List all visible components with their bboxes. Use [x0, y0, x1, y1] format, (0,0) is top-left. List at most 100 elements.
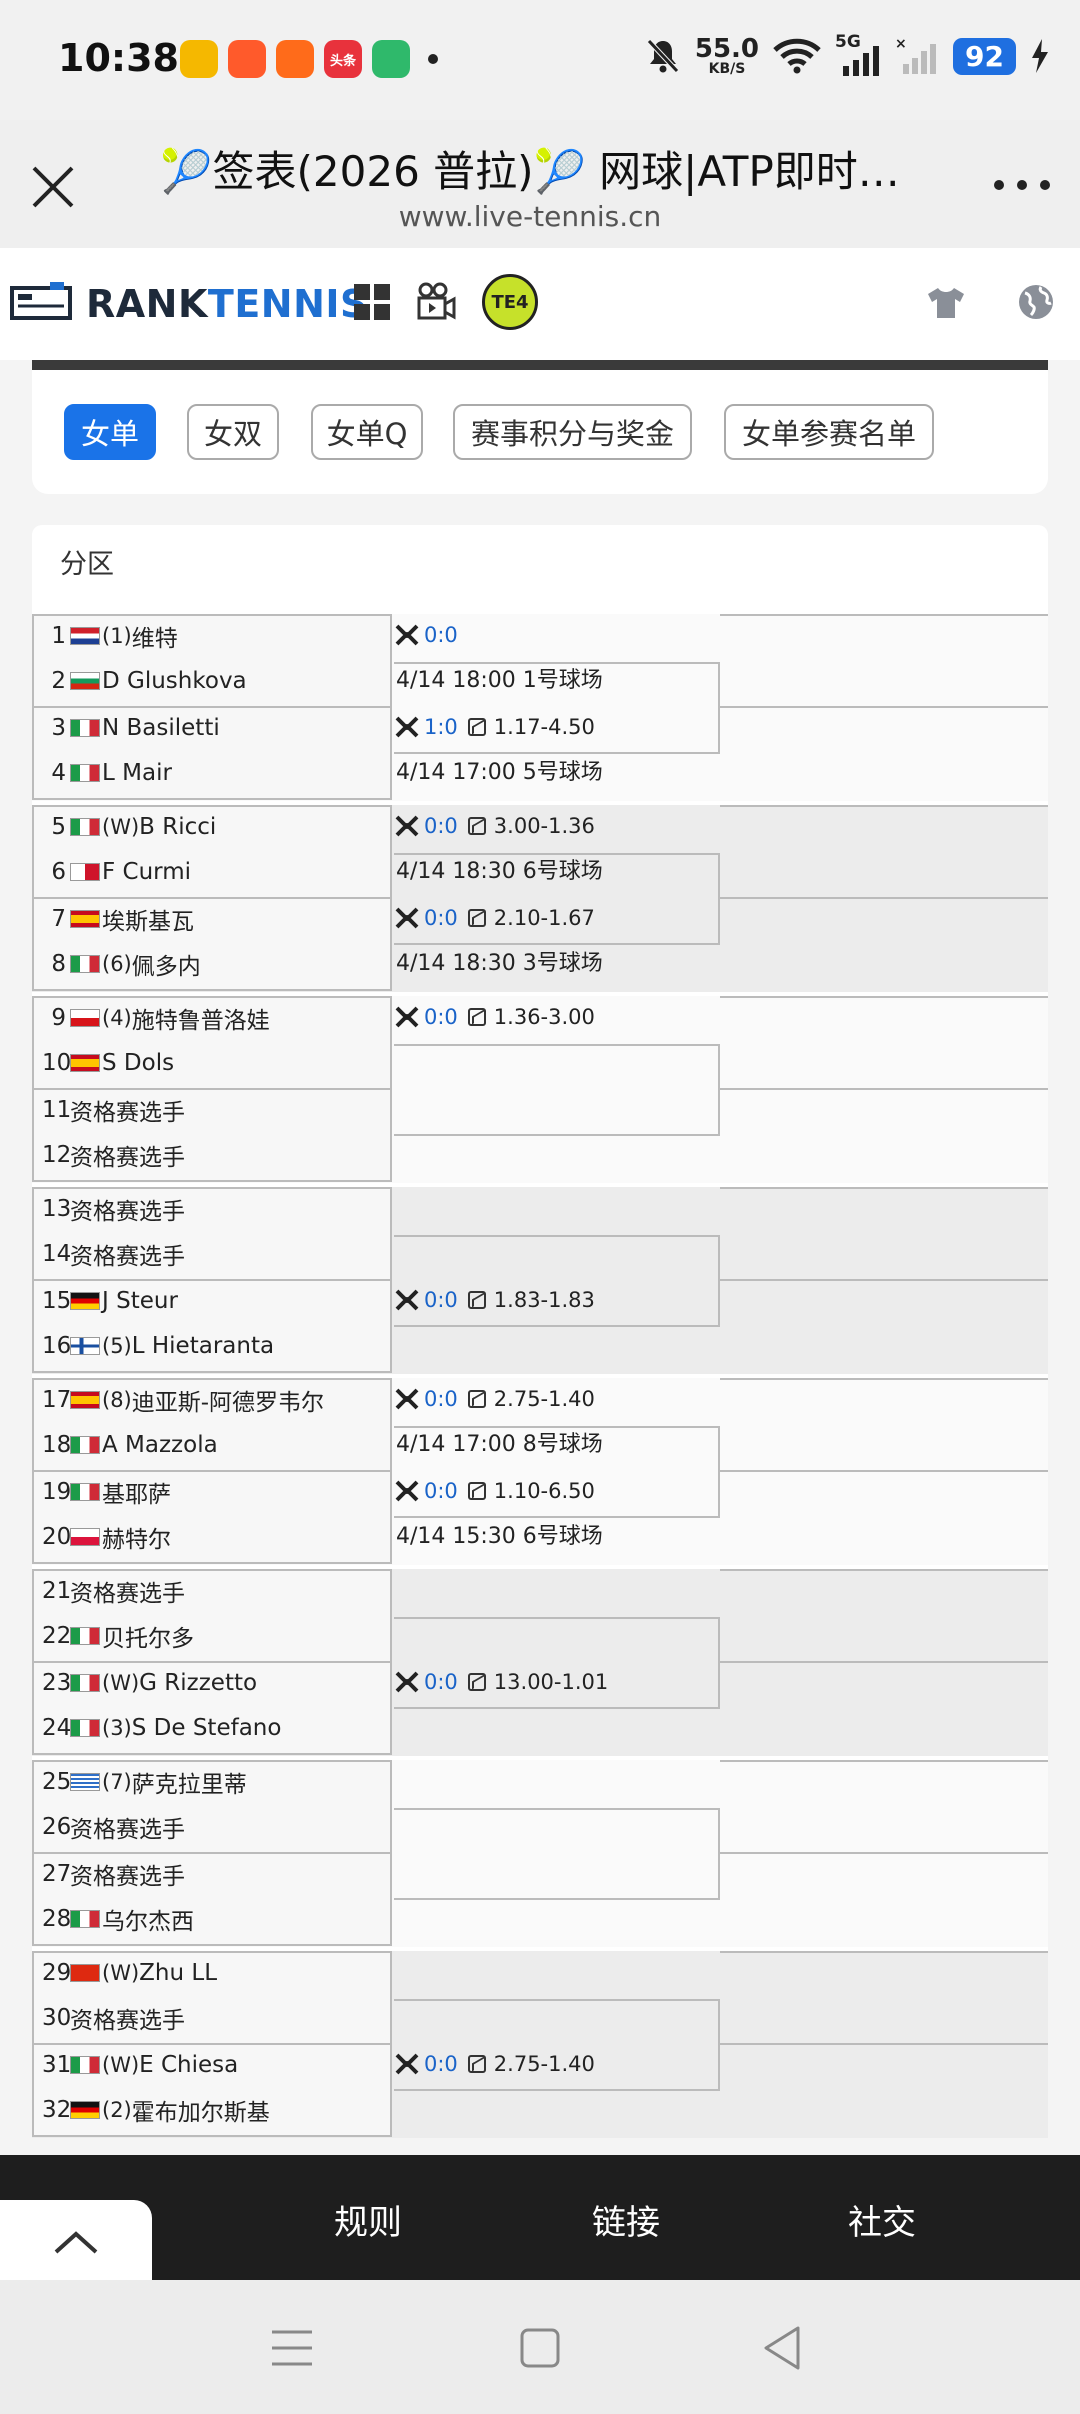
match-score[interactable]: 0:0: [424, 1288, 458, 1312]
player-row[interactable]: 23 (W) G Rizzetto: [42, 1663, 257, 1703]
player-row[interactable]: 6 F Curmi: [42, 852, 191, 892]
player-row[interactable]: 11 资格赛选手: [42, 1090, 185, 1130]
odds-chart-icon[interactable]: [467, 1291, 486, 1309]
player-row[interactable]: 2 D Glushkova: [42, 661, 246, 701]
match-stats-icon[interactable]: [394, 1004, 420, 1030]
match-score[interactable]: 0:0: [424, 623, 458, 647]
footer-link-social[interactable]: 社交: [848, 2195, 916, 2244]
odds-chart-icon[interactable]: [467, 1008, 486, 1026]
tab-points-prize-money[interactable]: 赛事积分与奖金: [453, 404, 692, 460]
match-stats-icon[interactable]: [394, 2051, 420, 2077]
match-score[interactable]: 0:0: [424, 2052, 458, 2076]
player-row[interactable]: 19 基耶萨: [42, 1472, 171, 1512]
more-options-icon[interactable]: [994, 175, 1050, 195]
match-line[interactable]: 0:0 13.00-1.01: [394, 1665, 608, 1699]
player-name: 霍布加尔斯基: [131, 2100, 270, 2126]
player-row[interactable]: 15 J Steur: [42, 1281, 178, 1321]
player-row[interactable]: 30 资格赛选手: [42, 1998, 185, 2038]
match-stats-icon[interactable]: [394, 714, 420, 740]
match-stats-icon[interactable]: [394, 813, 420, 839]
player-row[interactable]: 32 (2) 霍布加尔斯基: [42, 2090, 270, 2130]
player-row[interactable]: 16 (5) L Hietaranta: [42, 1326, 274, 1366]
te4-logo[interactable]: TE4: [482, 274, 538, 330]
odds-chart-icon[interactable]: [467, 817, 486, 835]
tab-entry-list[interactable]: 女单参赛名单: [724, 404, 934, 460]
round3-bracket-line: [720, 1187, 1048, 1189]
close-icon[interactable]: [28, 162, 78, 212]
odds-chart-icon[interactable]: [467, 1673, 486, 1691]
match-line[interactable]: 0:0 2.75-1.40: [394, 2047, 595, 2081]
player-row[interactable]: 20 赫特尔: [42, 1517, 171, 1557]
player-row[interactable]: 4 L Mair: [42, 753, 172, 793]
scroll-to-top-button[interactable]: [0, 2200, 152, 2280]
footer-link-links[interactable]: 链接: [592, 2195, 660, 2244]
grid-menu-icon[interactable]: [352, 282, 392, 322]
player-row[interactable]: 10 S Dols: [42, 1043, 174, 1083]
player-row[interactable]: 14 资格赛选手: [42, 1234, 185, 1274]
player-row[interactable]: 24 (3) S De Stefano: [42, 1708, 281, 1748]
player-name: G Rizzetto: [139, 1670, 258, 1696]
match-score[interactable]: 0:0: [424, 1670, 458, 1694]
video-camera-icon[interactable]: [416, 282, 456, 322]
draw-position: 28: [42, 1906, 72, 1932]
globe-icon[interactable]: [1016, 282, 1056, 322]
match-stats-icon[interactable]: [394, 1287, 420, 1313]
match-stats-icon[interactable]: [394, 1386, 420, 1412]
odds-chart-icon[interactable]: [467, 718, 486, 736]
draw-position: 15: [42, 1288, 72, 1314]
match-score[interactable]: 0:0: [424, 1387, 458, 1411]
player-row[interactable]: 1 (1) 维特: [42, 616, 177, 656]
odds-chart-icon[interactable]: [467, 2055, 486, 2073]
player-name: 资格赛选手: [70, 1817, 185, 1843]
match-line[interactable]: 0:0 3.00-1.36: [394, 809, 595, 843]
shirt-icon[interactable]: [926, 282, 966, 322]
player-row[interactable]: 12 资格赛选手: [42, 1135, 185, 1175]
site-logo-text[interactable]: RANKTENNIS: [86, 282, 368, 326]
odds-chart-icon[interactable]: [467, 1482, 486, 1500]
match-stats-icon[interactable]: [394, 1478, 420, 1504]
player-row[interactable]: 7 埃斯基瓦: [42, 899, 194, 939]
match-score[interactable]: 0:0: [424, 906, 458, 930]
home-nav-icon[interactable]: [518, 2326, 562, 2370]
player-row[interactable]: 25 (7) 萨克拉里蒂: [42, 1762, 247, 1802]
match-line[interactable]: 0:0 2.75-1.40: [394, 1382, 595, 1416]
ranktennis-logo-icon[interactable]: [10, 282, 72, 322]
match-line[interactable]: 0:0 1.10-6.50: [394, 1474, 595, 1508]
flag-it-icon: [70, 1674, 100, 1692]
player-row[interactable]: 29 (W) Zhu LL: [42, 1953, 217, 1993]
draw-position: 16: [42, 1333, 72, 1359]
player-row[interactable]: 3 N Basiletti: [42, 708, 219, 748]
tab-womens-doubles[interactable]: 女双: [187, 404, 279, 460]
match-line[interactable]: 0:0: [394, 618, 468, 652]
back-nav-icon[interactable]: [760, 2324, 804, 2372]
match-line[interactable]: 1:0 1.17-4.50: [394, 710, 595, 744]
player-row[interactable]: 13 资格赛选手: [42, 1189, 185, 1229]
player-row[interactable]: 22 贝托尔多: [42, 1616, 194, 1656]
player-row[interactable]: 9 (4) 施特鲁普洛娃: [42, 998, 269, 1038]
player-row[interactable]: 31 (W) E Chiesa: [42, 2045, 238, 2085]
player-row[interactable]: 18 A Mazzola: [42, 1425, 218, 1465]
match-line[interactable]: 0:0 2.10-1.67: [394, 901, 595, 935]
player-row[interactable]: 17 (8) 迪亚斯-阿德罗韦尔: [42, 1380, 324, 1420]
match-line[interactable]: 0:0 1.83-1.83: [394, 1283, 595, 1317]
player-row[interactable]: 5 (W) B Ricci: [42, 807, 216, 847]
player-row[interactable]: 26 资格赛选手: [42, 1807, 185, 1847]
match-stats-icon[interactable]: [394, 622, 420, 648]
match-score[interactable]: 0:0: [424, 1479, 458, 1503]
match-score[interactable]: 0:0: [424, 814, 458, 838]
tab-womens-qualifying[interactable]: 女单Q: [311, 404, 423, 460]
menu-nav-icon[interactable]: [270, 2328, 314, 2368]
match-score[interactable]: 0:0: [424, 1005, 458, 1029]
player-row[interactable]: 8 (6) 佩多内: [42, 944, 200, 984]
player-row[interactable]: 21 资格赛选手: [42, 1571, 185, 1611]
odds-chart-icon[interactable]: [467, 909, 486, 927]
match-stats-icon[interactable]: [394, 1669, 420, 1695]
odds-chart-icon[interactable]: [467, 1390, 486, 1408]
match-stats-icon[interactable]: [394, 905, 420, 931]
footer-link-rules[interactable]: 规则: [334, 2195, 402, 2244]
tab-womens-singles[interactable]: 女单: [64, 404, 156, 460]
match-score[interactable]: 1:0: [424, 715, 458, 739]
player-row[interactable]: 27 资格赛选手: [42, 1854, 185, 1894]
match-line[interactable]: 0:0 1.36-3.00: [394, 1000, 595, 1034]
player-row[interactable]: 28 乌尔杰西: [42, 1899, 194, 1939]
